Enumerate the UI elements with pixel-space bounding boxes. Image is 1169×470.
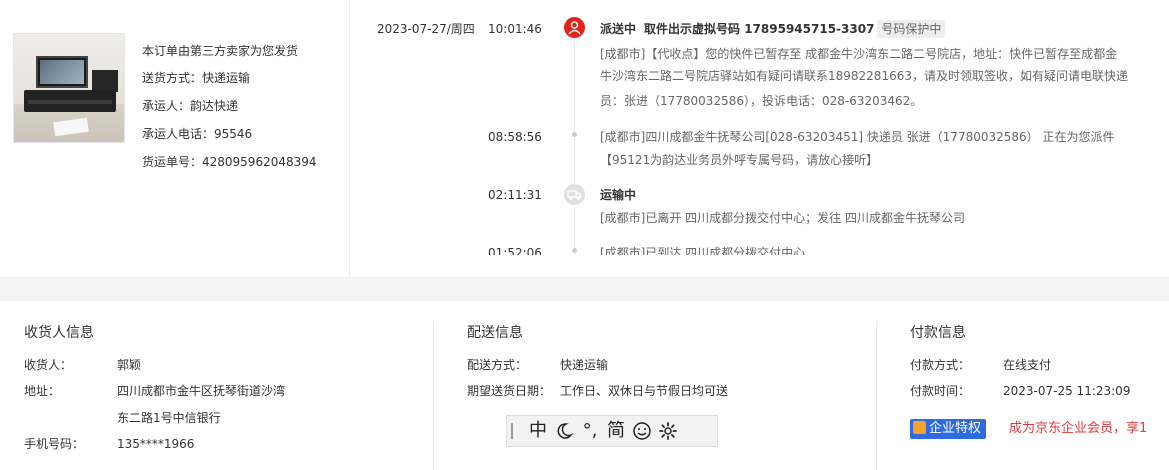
- receiver-address-line: 四川成都市金牛区抚琴街道沙湾: [117, 384, 286, 398]
- event-desc-line: [成都市]已到达 四川成都分拨交付中心: [600, 246, 806, 255]
- ime-toolbar[interactable]: 中 °, 简: [506, 415, 718, 447]
- seller-notice: 本订单由第三方卖家为您发货: [142, 44, 299, 58]
- event-desc-line: [成都市]已离开 四川成都分拨交付中心；发往 四川成都金牛抚琴公司: [600, 211, 965, 225]
- carrier: 承运人：韵达快递: [142, 99, 239, 113]
- drag-handle[interactable]: [511, 423, 513, 439]
- delivery-method-label: 配送方式：: [467, 358, 528, 372]
- payment-method-label: 付款方式：: [910, 358, 971, 372]
- event-desc-line: [成都市]四川成都金牛抚琴公司[028-63203451] 快递员 张进（177…: [600, 130, 1115, 144]
- event-time: 08:58:56: [488, 130, 542, 144]
- event-status: 派送中: [600, 22, 637, 36]
- virtual-number: 取件出示虚拟号码 17895945715-3307: [644, 22, 875, 36]
- tracking-timeline[interactable]: 2023-07-27/周四 10:01:46 派送中 取件出示虚拟号码 17895…: [350, 0, 1169, 255]
- event-desc-line: 员：张进（17780032586），投诉电话：028-63203462。: [600, 94, 923, 108]
- receiver-phone: 135****1966: [117, 437, 195, 451]
- moon-icon[interactable]: [551, 422, 577, 440]
- ship-method: 送货方式：快递运输: [142, 71, 251, 85]
- enterprise-privilege-label: 企业特权: [929, 421, 982, 436]
- truck-icon: [564, 184, 585, 205]
- delivery-person-icon: [564, 17, 585, 38]
- section-separator: [0, 277, 1169, 301]
- timeline-dot: [572, 248, 577, 253]
- emoji-icon[interactable]: [629, 421, 655, 441]
- payment-title: 付款信息: [910, 325, 966, 341]
- delivery-date: 工作日、双休日与节假日均可送: [560, 384, 729, 398]
- event-status: 运输中: [600, 188, 637, 202]
- timeline-line: [574, 38, 575, 184]
- receiver-address-line: 东二路1号中信银行: [117, 411, 221, 425]
- event-time: 10:01:46: [488, 22, 542, 36]
- tracking-date: 2023-07-27/周四: [377, 22, 475, 36]
- receiver-name: 郭颖: [117, 358, 142, 372]
- timeline-dot: [572, 132, 577, 137]
- divider: [433, 321, 434, 470]
- order-tracking-panel: 本订单由第三方卖家为您发货 送货方式：快递运输 承运人：韵达快递 承运人电话：9…: [0, 0, 1169, 277]
- receiver-address-label: 地址：: [24, 384, 61, 398]
- event-desc-line: 【95121为韵达业务员外呼专属号码，请放心接听】: [600, 153, 879, 167]
- event-time: 01:52:06: [488, 246, 542, 255]
- receiver-title: 收货人信息: [24, 325, 94, 341]
- enterprise-privilege-badge[interactable]: 企业特权: [910, 419, 987, 439]
- gear-icon[interactable]: [655, 421, 681, 441]
- crown-icon: [913, 421, 926, 434]
- delivery-date-label: 期望送货日期：: [467, 384, 552, 398]
- ime-script-toggle[interactable]: 简: [603, 416, 629, 446]
- receiver-name-label: 收货人：: [24, 358, 73, 372]
- event-desc-line: 牛沙湾东二路二号院店驿站如有疑问请联系18982281663，请及时领取签收，如…: [600, 69, 1128, 83]
- receiver-phone-label: 手机号码：: [24, 437, 85, 451]
- ime-punctuation-toggle[interactable]: °,: [577, 416, 603, 446]
- waybill-number: 货运单号：428095962048394: [142, 155, 317, 169]
- event-status-line: 派送中 取件出示虚拟号码 17895945715-3307 号码保护中: [600, 20, 946, 38]
- event-desc-line: [成都市]【代收点】您的快件已暂存至 成都金牛沙湾东二路二号院店，地址：快件已暂…: [600, 47, 1118, 61]
- ime-language-toggle[interactable]: 中: [525, 416, 551, 446]
- delivery-method: 快递运输: [560, 358, 609, 372]
- payment-time: 2023-07-25 11:23:09: [1003, 384, 1131, 398]
- event-time: 02:11:31: [488, 188, 542, 202]
- enterprise-member-link[interactable]: 成为京东企业会员，享1: [1009, 419, 1147, 439]
- carrier-phone: 承运人电话：95546: [142, 127, 253, 141]
- divider: [876, 321, 877, 470]
- payment-method: 在线支付: [1003, 358, 1052, 372]
- number-protection-badge: 号码保护中: [877, 20, 946, 38]
- payment-time-label: 付款时间：: [910, 384, 971, 398]
- delivery-title: 配送信息: [467, 325, 523, 341]
- product-image[interactable]: [13, 33, 125, 143]
